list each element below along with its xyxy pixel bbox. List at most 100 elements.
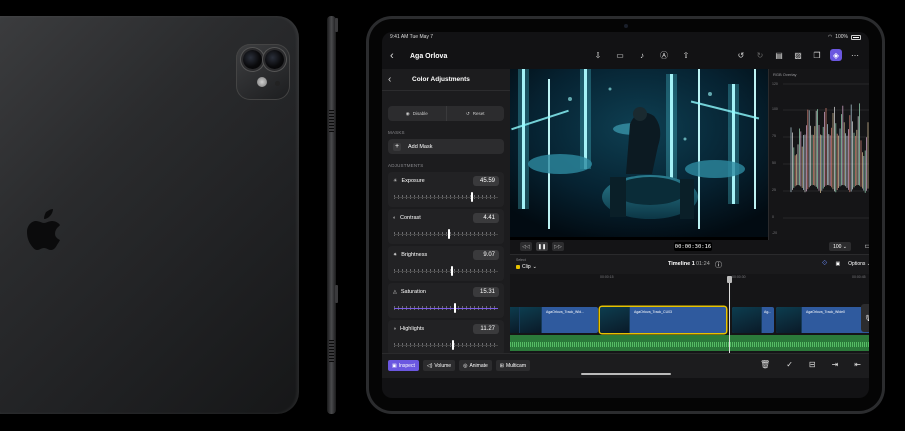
adjustment-row: ◑ Highlights 11.27	[388, 320, 504, 353]
slider-knob[interactable]	[452, 340, 455, 350]
camera-icon[interactable]: ▭	[614, 49, 626, 61]
back-chevron-icon[interactable]: ‹	[390, 50, 402, 62]
flash-icon	[257, 77, 267, 87]
timecode-display[interactable]: 00:00:30:16	[674, 242, 712, 251]
layers-icon[interactable]: ❐	[811, 49, 823, 61]
camera-module	[236, 44, 290, 100]
audio-waveform	[510, 342, 869, 347]
volume-button[interactable]: ◁) Volume	[422, 360, 456, 371]
scope-label: 75	[772, 134, 776, 138]
disable-button[interactable]: ◉ Disable	[388, 106, 447, 121]
camera-lens-icon	[243, 50, 262, 69]
clip-selector[interactable]: Clip ⌄	[516, 264, 537, 270]
trash-icon[interactable]: 🗑︎	[760, 360, 770, 369]
options-label: Options	[848, 261, 866, 267]
adjustment-header: ✷ Brightness 9.07	[393, 250, 499, 260]
import-icon[interactable]: ⇩	[592, 49, 604, 61]
voiceover-mic-icon[interactable]: ♪	[636, 49, 648, 61]
video-frame	[510, 69, 768, 237]
clip-thumbnail	[510, 307, 520, 333]
volume-button	[335, 285, 338, 303]
scope-label: 120	[772, 82, 778, 86]
multicam-icon: ⊞	[499, 362, 504, 369]
timeline-clip[interactable]: AgaOrlova_Track_Wide0	[776, 307, 869, 333]
adjustment-slider[interactable]	[394, 192, 498, 202]
adjustment-header: ◬ Saturation 15.31	[393, 287, 499, 297]
zoom-control[interactable]: 100 ⌄	[829, 242, 851, 251]
snapping-icon[interactable]: ⟐	[822, 260, 828, 268]
reset-label: Reset	[472, 111, 485, 116]
timeline-clip[interactable]: Ag...	[732, 307, 774, 333]
skip-back-icon[interactable]: ◁◁	[520, 242, 532, 251]
slider-knob[interactable]	[470, 192, 473, 202]
audio-skimming-icon[interactable]: ▣	[835, 261, 840, 267]
browser-icon[interactable]: ▤	[773, 49, 785, 61]
speaker-icon: ◁)	[426, 362, 433, 369]
detach-icon[interactable]: ⇥	[832, 360, 839, 369]
adjustment-icon: ◬	[393, 289, 397, 295]
undo-icon[interactable]: ↺	[735, 49, 747, 61]
slider-knob[interactable]	[448, 229, 451, 239]
playback-bar: ◁◁ ❚❚ ▷▷ 00:00:30:16 100 ⌄ ▭	[510, 240, 869, 254]
color-inspector: ‹ Color Adjustments ◉ Disable ↺ Reset MASK…	[382, 69, 510, 353]
waveform-graph	[783, 83, 869, 219]
adjustment-slider[interactable]	[394, 229, 498, 239]
slider-knob[interactable]	[454, 303, 457, 313]
timeline-clip[interactable]: AgaOrlova_Track_Wid...	[510, 307, 598, 333]
video-viewer[interactable]	[510, 69, 768, 240]
scope-label: 25	[772, 188, 776, 192]
inspector-title: Color Adjustments	[412, 76, 470, 83]
adjustment-icon: ◑	[393, 326, 397, 332]
multicam-button[interactable]: ⊞ Multicam	[495, 360, 530, 371]
checkmark-icon[interactable]: ✓	[786, 360, 793, 369]
skip-forward-icon[interactable]: ▷▷	[552, 242, 564, 251]
adjustment-value-field[interactable]: 45.59	[473, 176, 499, 186]
adjustment-value-field[interactable]: 11.27	[473, 324, 499, 334]
masks-section-label: MASKS	[388, 130, 405, 135]
adjustment-header: ☀ Exposure 45.59	[393, 176, 499, 186]
photos-icon[interactable]: ▨	[792, 49, 804, 61]
playhead[interactable]	[727, 276, 732, 353]
animate-button[interactable]: ◎ Animate	[459, 360, 492, 371]
adjustment-header: ◑ Highlights 11.27	[393, 324, 499, 334]
adjustment-value-field[interactable]: 4.41	[473, 213, 499, 223]
floating-mic-button[interactable]: 🎙︎	[861, 304, 869, 332]
adjustment-slider[interactable]	[394, 340, 498, 350]
more-icon[interactable]: ⋯	[849, 49, 861, 61]
browser-tools: ↺ ↻ ▤ ▨ ❐ ◈ ⋯	[735, 49, 861, 61]
adjustment-value-field[interactable]: 15.31	[473, 287, 499, 297]
share-icon[interactable]: ⇧	[680, 49, 692, 61]
scope-label: 100	[772, 107, 778, 111]
effects-icon[interactable]: ◈	[830, 49, 842, 61]
adjustment-slider[interactable]	[394, 303, 498, 313]
options-button[interactable]: Options ⌄	[848, 261, 869, 267]
clip-label: AgaOrlova_Track_CU03	[634, 310, 672, 314]
extract-icon[interactable]: ⇤	[854, 360, 861, 369]
volume-label: Volume	[434, 362, 452, 369]
status-time: 9:41 AM Tue May 7	[390, 34, 434, 40]
timeline[interactable]: 00:00:15 00:00:30 00:00:45 AgaOrlova_Tra…	[510, 274, 869, 353]
audio-track[interactable]	[510, 335, 869, 351]
transport-controls: ◁◁ ❚❚ ▷▷	[520, 242, 564, 251]
reset-button[interactable]: ↺ Reset	[447, 106, 505, 121]
display-icon[interactable]: ▭	[864, 242, 869, 250]
wifi-icon: ◠	[827, 34, 833, 40]
info-icon[interactable]: ⓘ	[715, 260, 722, 270]
clip-thumbnail	[776, 307, 802, 333]
inspect-button[interactable]: ▣ Inspect	[388, 360, 419, 371]
adjustment-icon: ✷	[393, 252, 398, 258]
slider-knob[interactable]	[451, 266, 454, 276]
redo-icon[interactable]: ↻	[754, 49, 766, 61]
pause-icon[interactable]: ❚❚	[536, 242, 548, 251]
split-icon[interactable]: ⊟	[809, 360, 816, 369]
inspector-back-icon[interactable]: ‹	[388, 74, 400, 85]
auto-icon[interactable]: Ⓐ	[658, 49, 670, 61]
adjustment-slider[interactable]	[394, 266, 498, 276]
disable-reset-control: ◉ Disable ↺ Reset	[388, 106, 504, 121]
add-mask-button[interactable]: + Add Mask	[388, 139, 504, 154]
final-cut-screen: 9:41 AM Tue May 7 ◠ 100% ‹ Aga Orlova ⇩ …	[382, 32, 869, 398]
timeline-clip-selected[interactable]: AgaOrlova_Track_CU03	[600, 307, 726, 333]
front-camera-icon	[623, 24, 628, 28]
adjustment-value-field[interactable]: 9.07	[473, 250, 499, 260]
add-mask-label: Add Mask	[408, 143, 433, 150]
